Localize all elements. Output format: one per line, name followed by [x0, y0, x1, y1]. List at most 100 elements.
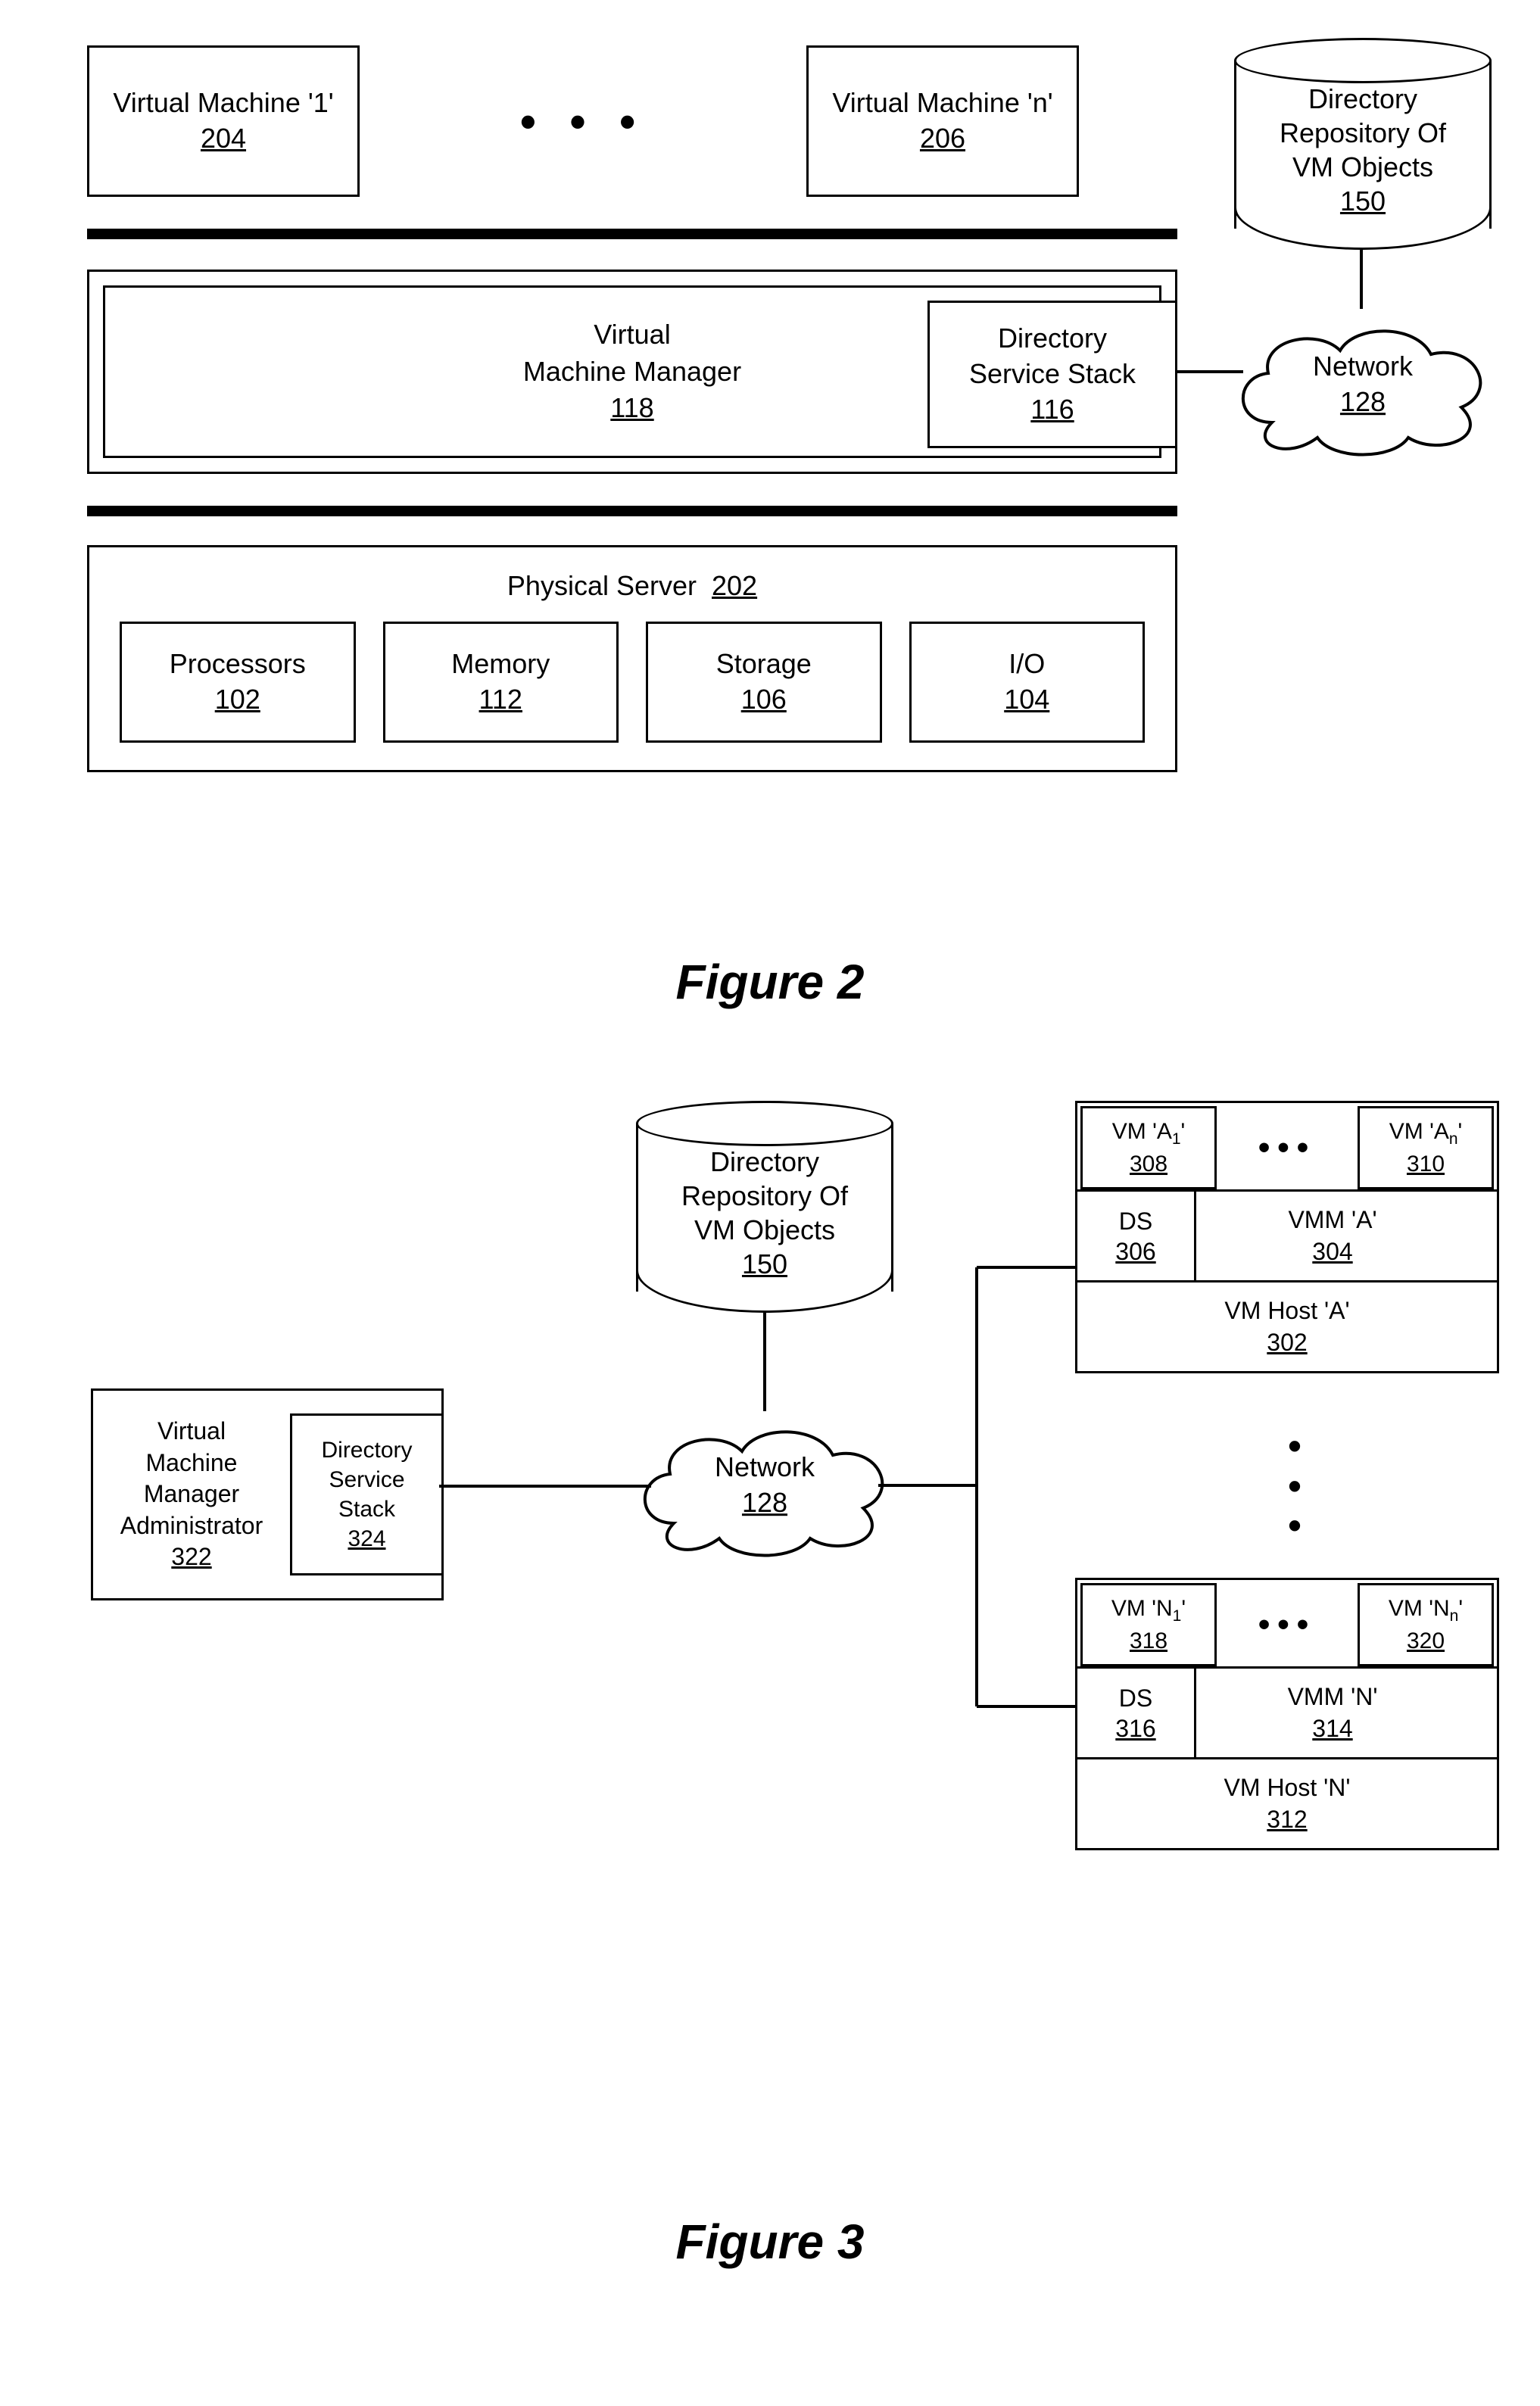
host-a-text: VM Host 'A'	[1224, 1295, 1349, 1327]
vmma-label: Virtual Machine Manager Administrator 32…	[93, 1391, 290, 1598]
processors-ref: 102	[215, 682, 260, 718]
vm-1-box: Virtual Machine '1' 204	[87, 45, 360, 197]
network-label: Network	[1227, 349, 1499, 385]
network-ref: 128	[1227, 385, 1499, 420]
ellipsis-dots: •••	[1230, 1129, 1344, 1167]
repo-l1: Directory	[1308, 82, 1417, 116]
figure-2-caption: Figure 2	[45, 954, 1495, 1010]
io-ref: 104	[1004, 682, 1049, 718]
figure-2: Virtual Machine '1' 204 • • • Virtual Ma…	[45, 45, 1495, 901]
ds-a-text: DS	[1119, 1206, 1152, 1236]
phys-title-text: Physical Server	[507, 570, 697, 601]
vmma-l3: Manager	[144, 1479, 239, 1510]
dss-ref: 324	[348, 1524, 385, 1554]
vm-n-box: Virtual Machine 'n' 206	[806, 45, 1079, 197]
repo-l2: Repository Of	[681, 1179, 848, 1213]
connector-line	[439, 1484, 651, 1488]
network-ref: 128	[628, 1485, 901, 1521]
storage-box: Storage 106	[646, 622, 882, 743]
ds-a-box: DS 306	[1075, 1189, 1196, 1282]
ds-n-text: DS	[1119, 1683, 1152, 1713]
separator-bar	[87, 506, 1177, 516]
vm-host-n-block: VM 'N1' 318 ••• VM 'Nn' 320 VMM 'N' 314 …	[1075, 1578, 1499, 1850]
vm-host-a-label: VM Host 'A' 302	[1077, 1280, 1497, 1371]
phys-ref: 202	[712, 570, 757, 601]
directory-service-stack-box: Directory Service Stack 324	[290, 1413, 441, 1575]
network-cloud: Network 128	[628, 1410, 901, 1561]
directory-service-stack-box: Directory Service Stack 116	[927, 301, 1177, 448]
repo-l3: VM Objects	[1292, 150, 1433, 184]
dss-l2: Service	[329, 1465, 404, 1494]
vmm-ref: 118	[610, 390, 653, 427]
vmm-line2: Machine Manager	[523, 354, 741, 391]
host-a-ref: 302	[1267, 1327, 1307, 1359]
ellipsis-dots: •••	[1230, 1606, 1344, 1644]
repo-l1: Directory	[710, 1145, 819, 1179]
vm-an-box: VM 'An' 310	[1358, 1106, 1494, 1189]
ds-n-box: DS 316	[1075, 1666, 1196, 1759]
vm-a1-ref: 308	[1130, 1149, 1167, 1179]
figure-3-caption: Figure 3	[45, 2214, 1495, 2270]
connector-line	[1175, 369, 1243, 374]
dss-l1: Directory	[321, 1435, 412, 1465]
dss-line1: Directory	[998, 321, 1107, 357]
vm-host-n-label: VM Host 'N' 312	[1077, 1757, 1497, 1848]
vm-an-ref: 310	[1407, 1149, 1445, 1179]
connector-tree	[878, 1237, 1075, 1767]
vmma-ref: 322	[171, 1541, 211, 1573]
vm-an-label: VM 'An'	[1389, 1117, 1463, 1149]
vm-nn-box: VM 'Nn' 320	[1358, 1583, 1494, 1666]
vmma-l4: Administrator	[120, 1510, 263, 1542]
processors-box: Processors 102	[120, 622, 356, 743]
vmm-a-text: VMM 'A'	[1288, 1205, 1376, 1236]
connector-line	[762, 1313, 767, 1411]
connector-line	[1359, 250, 1364, 309]
vm-host-a-block: VM 'A1' 308 ••• VM 'An' 310 VMM 'A' 304 …	[1075, 1101, 1499, 1373]
vm-nn-ref: 320	[1407, 1626, 1445, 1656]
vmm-n-text: VMM 'N'	[1288, 1681, 1378, 1713]
repo-l2: Repository Of	[1280, 116, 1446, 150]
vm-n-label: Virtual Machine 'n'	[832, 86, 1052, 121]
vm-a1-label: VM 'A1'	[1112, 1117, 1186, 1149]
vmma-l2: Machine	[146, 1448, 238, 1479]
host-n-text: VM Host 'N'	[1224, 1772, 1351, 1804]
vmm-n-ref: 314	[1312, 1713, 1352, 1745]
storage-ref: 106	[741, 682, 787, 718]
physical-server-title: Physical Server 202	[120, 570, 1145, 602]
dss-l3: Stack	[338, 1494, 395, 1524]
directory-repository-cylinder: Directory Repository Of VM Objects 150	[1234, 38, 1492, 250]
dss-ref: 116	[1030, 392, 1074, 428]
memory-ref: 112	[479, 682, 522, 718]
vm-nn-label: VM 'Nn'	[1389, 1594, 1463, 1626]
repo-l3: VM Objects	[694, 1213, 835, 1247]
network-label: Network	[628, 1450, 901, 1485]
directory-repository-cylinder: Directory Repository Of VM Objects 150	[636, 1101, 893, 1313]
storage-label: Storage	[716, 647, 812, 682]
ds-n-ref: 316	[1115, 1713, 1155, 1744]
vm-n1-label: VM 'N1'	[1111, 1594, 1186, 1626]
dss-line2: Service Stack	[969, 357, 1136, 392]
ds-a-ref: 306	[1115, 1236, 1155, 1267]
vm-a1-box: VM 'A1' 308	[1080, 1106, 1217, 1189]
memory-label: Memory	[451, 647, 550, 682]
vm-1-label: Virtual Machine '1'	[113, 86, 333, 121]
vm-n-ref: 206	[920, 121, 965, 157]
vm-n1-ref: 318	[1130, 1626, 1167, 1656]
vmm-administrator-box: Virtual Machine Manager Administrator 32…	[91, 1388, 444, 1600]
io-box: I/O 104	[909, 622, 1146, 743]
vmma-l1: Virtual	[157, 1416, 226, 1448]
physical-server-box: Physical Server 202 Processors 102 Memor…	[87, 545, 1177, 772]
ellipsis-vertical-dots: •••	[1280, 1426, 1310, 1546]
vmm-line1: Virtual	[594, 316, 670, 354]
host-n-ref: 312	[1267, 1804, 1307, 1836]
vm-1-ref: 204	[201, 121, 246, 157]
figure-3: Directory Repository Of VM Objects 150 N…	[45, 1101, 1499, 2161]
processors-label: Processors	[170, 647, 306, 682]
io-label: I/O	[1008, 647, 1045, 682]
ellipsis-dots: • • •	[360, 95, 806, 148]
memory-box: Memory 112	[383, 622, 619, 743]
separator-bar	[87, 229, 1177, 239]
vm-n1-box: VM 'N1' 318	[1080, 1583, 1217, 1666]
vmm-a-ref: 304	[1312, 1236, 1352, 1268]
network-cloud: Network 128	[1227, 309, 1499, 460]
